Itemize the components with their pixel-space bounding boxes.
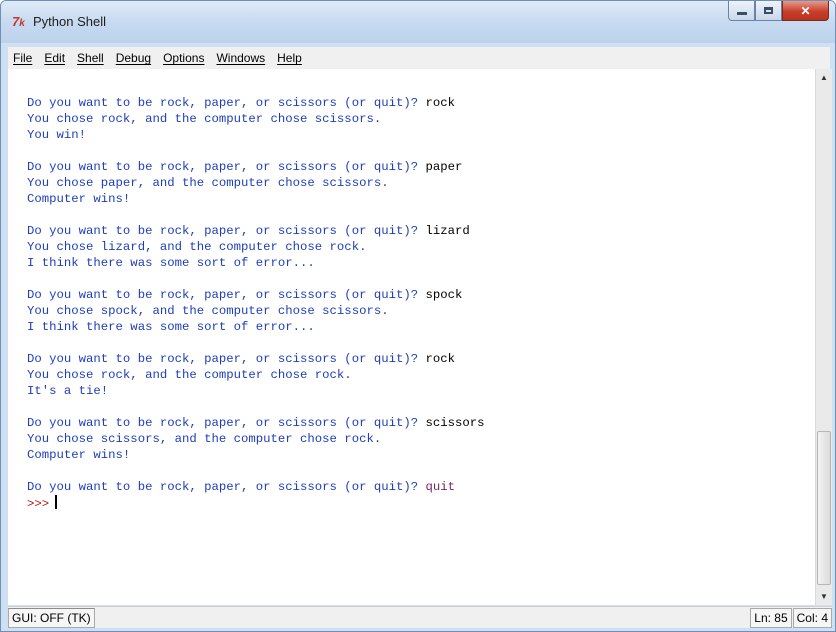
title-bar[interactable]: 7k Python Shell ✕: [1, 1, 835, 43]
output-text: Computer wins!: [27, 448, 131, 462]
maximize-button[interactable]: [755, 1, 782, 21]
prompt-line: Do you want to be rock, paper, or scisso…: [27, 95, 485, 111]
output-line: You chose spock, and the computer chose …: [27, 303, 485, 319]
cursor-position: Ln: 85 Col: 4: [749, 608, 832, 628]
vertical-scrollbar[interactable]: ▲ ▼: [815, 69, 832, 605]
menu-debug[interactable]: Debug: [111, 48, 156, 68]
minimize-button[interactable]: [728, 1, 755, 21]
shell-prompt-line: >>>: [27, 495, 485, 511]
output-text: You chose paper, and the computer chose …: [27, 176, 389, 190]
output-text: You chose rock, and the computer chose r…: [27, 368, 352, 382]
gui-status: GUI: OFF (TK): [8, 608, 95, 628]
prompt-text: Do you want to be rock, paper, or scisso…: [27, 160, 426, 174]
maximize-icon: [764, 7, 773, 14]
menu-shell[interactable]: Shell: [72, 48, 109, 68]
close-icon: ✕: [800, 3, 811, 18]
menu-file[interactable]: File: [8, 48, 37, 68]
prompt-text: Do you want to be rock, paper, or scisso…: [27, 480, 426, 494]
menu-bar: File Edit Shell Debug Options Windows He…: [8, 47, 830, 70]
output-text: You chose spock, and the computer chose …: [27, 304, 389, 318]
output-text: I think there was some sort of error...: [27, 320, 315, 334]
output-line: You chose paper, and the computer chose …: [27, 175, 485, 191]
output-text: You chose rock, and the computer chose s…: [27, 112, 382, 126]
output-text: Computer wins!: [27, 192, 131, 206]
output-line: Computer wins!: [27, 447, 485, 463]
user-input: rock: [425, 352, 456, 366]
prompt-text: Do you want to be rock, paper, or scisso…: [27, 96, 426, 110]
window-controls: ✕: [728, 1, 829, 23]
shell-text-area[interactable]: Do you want to be rock, paper, or scisso…: [8, 69, 815, 605]
column-number: Col: 4: [792, 608, 832, 628]
prompt-line: Do you want to be rock, paper, or scisso…: [27, 287, 485, 303]
output-line: You win!: [27, 127, 485, 143]
output-line: I think there was some sort of error...: [27, 319, 485, 335]
user-input: scissors: [425, 416, 485, 430]
idle-icon: 7k: [12, 14, 25, 29]
text-cursor: [55, 495, 58, 509]
user-input: rock: [425, 96, 456, 110]
output-line: I think there was some sort of error...: [27, 255, 485, 271]
scroll-up-icon[interactable]: ▲: [816, 69, 832, 86]
scroll-down-icon[interactable]: ▼: [816, 588, 832, 605]
status-bar: GUI: OFF (TK) Ln: 85 Col: 4: [8, 606, 832, 628]
minimize-icon: [736, 12, 747, 15]
menu-options[interactable]: Options: [158, 48, 209, 68]
python-shell-window: 7k Python Shell ✕ File Edit Shell Debug …: [0, 0, 836, 632]
output-text: It's a tie!: [27, 384, 109, 398]
shell-transcript: Do you want to be rock, paper, or scisso…: [27, 95, 485, 511]
menu-help[interactable]: Help: [272, 48, 307, 68]
shell-prompt: >>>: [27, 497, 50, 511]
close-button[interactable]: ✕: [782, 1, 829, 21]
output-line: You chose lizard, and the computer chose…: [27, 239, 485, 255]
scrollbar-thumb[interactable]: [817, 431, 831, 585]
output-line: It's a tie!: [27, 383, 485, 399]
user-input: quit: [425, 480, 456, 494]
prompt-line: Do you want to be rock, paper, or scisso…: [27, 159, 485, 175]
prompt-text: Do you want to be rock, paper, or scisso…: [27, 352, 426, 366]
window-title: Python Shell: [33, 14, 106, 29]
output-line: You chose scissors, and the computer cho…: [27, 431, 485, 447]
prompt-line: Do you want to be rock, paper, or scisso…: [27, 223, 485, 239]
menu-edit[interactable]: Edit: [39, 48, 70, 68]
prompt-text: Do you want to be rock, paper, or scisso…: [27, 416, 426, 430]
menu-windows[interactable]: Windows: [211, 48, 270, 68]
output-line: You chose rock, and the computer chose r…: [27, 367, 485, 383]
user-input: spock: [425, 288, 463, 302]
prompt-line: Do you want to be rock, paper, or scisso…: [27, 351, 485, 367]
user-input: paper: [425, 160, 463, 174]
prompt-text: Do you want to be rock, paper, or scisso…: [27, 224, 426, 238]
prompt-line: Do you want to be rock, paper, or scisso…: [27, 479, 485, 495]
output-text: You win!: [27, 128, 87, 142]
output-text: I think there was some sort of error...: [27, 256, 315, 270]
user-input: lizard: [425, 224, 470, 238]
prompt-text: Do you want to be rock, paper, or scisso…: [27, 288, 426, 302]
line-number: Ln: 85: [750, 608, 792, 628]
output-line: You chose rock, and the computer chose s…: [27, 111, 485, 127]
output-text: You chose lizard, and the computer chose…: [27, 240, 367, 254]
output-text: You chose scissors, and the computer cho…: [27, 432, 382, 446]
prompt-line: Do you want to be rock, paper, or scisso…: [27, 415, 485, 431]
output-line: Computer wins!: [27, 191, 485, 207]
